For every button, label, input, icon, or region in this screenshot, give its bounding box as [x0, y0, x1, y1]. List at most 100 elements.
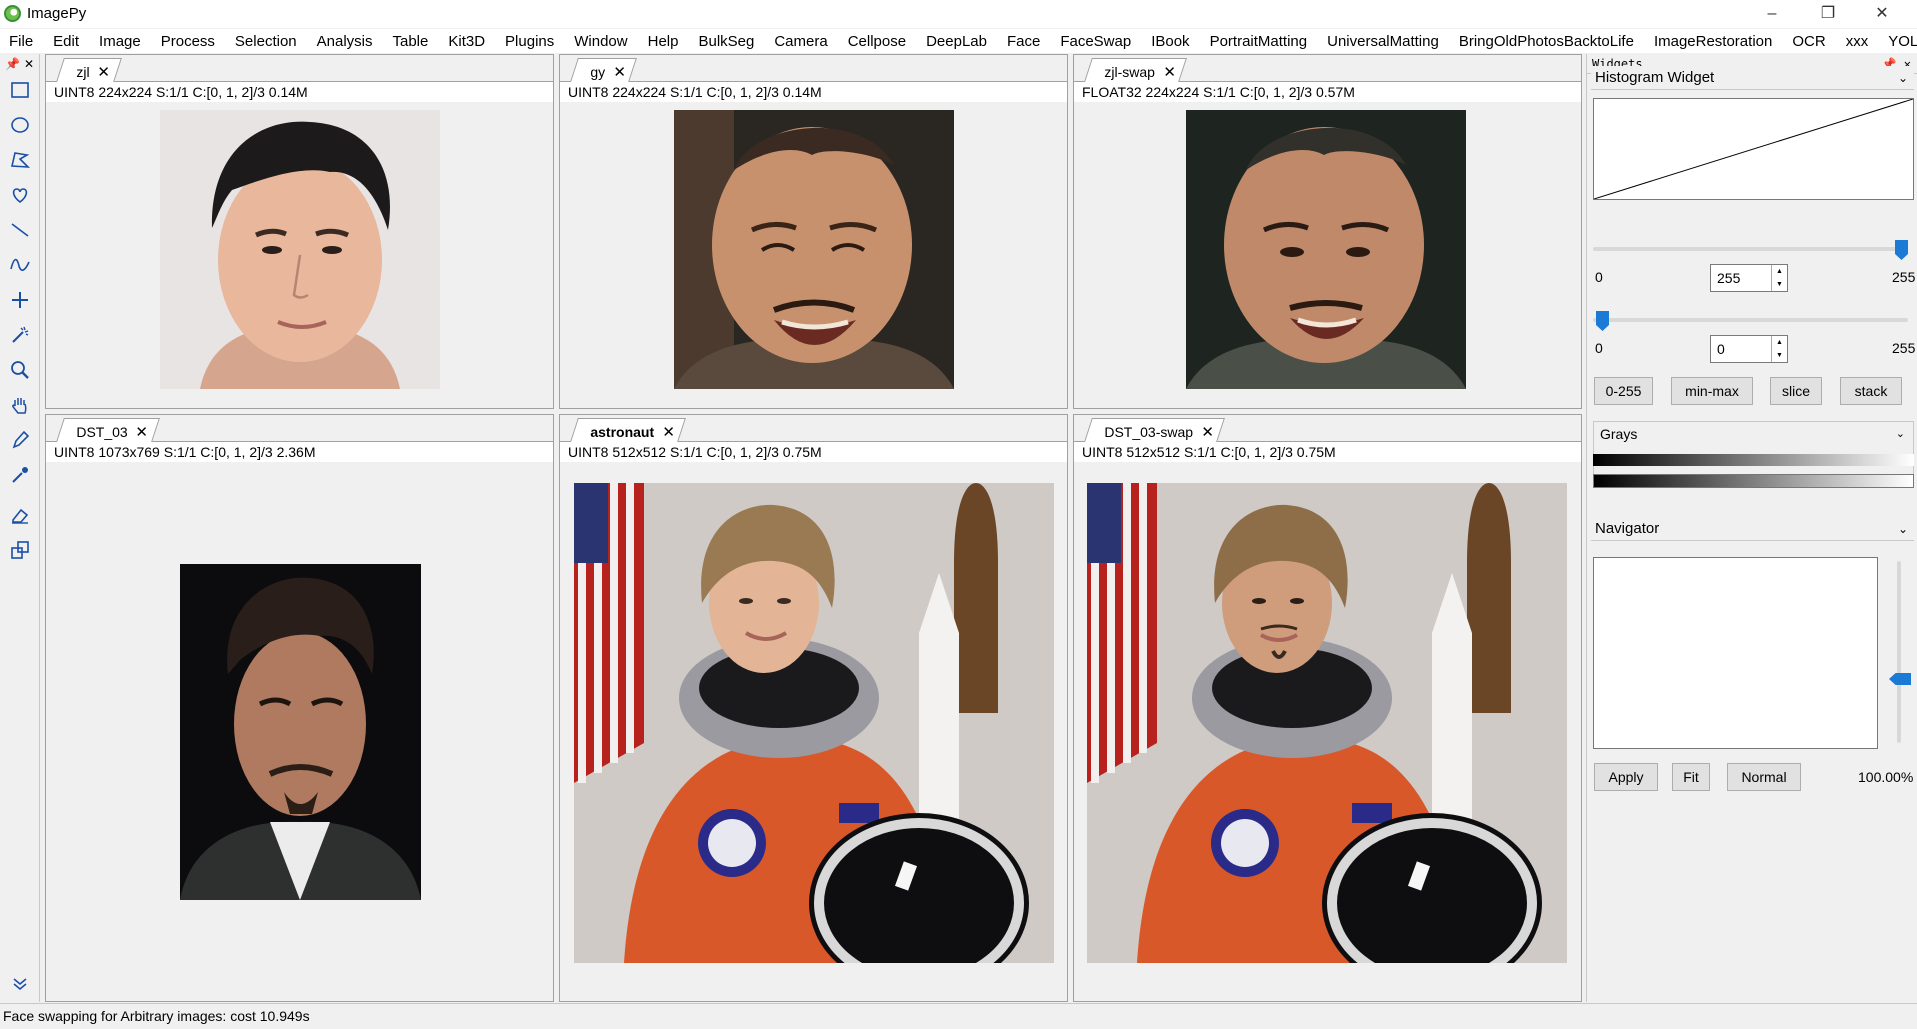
close-tab-icon[interactable]: ✕ [613, 63, 626, 81]
close-tab-icon[interactable]: ✕ [136, 423, 149, 441]
menu-window[interactable]: Window [574, 33, 627, 50]
menu-imagerestoration[interactable]: ImageRestoration [1654, 33, 1772, 50]
close-tab-icon[interactable]: ✕ [98, 63, 111, 81]
menu-table[interactable]: Table [393, 33, 429, 50]
menu-face[interactable]: Face [1007, 33, 1040, 50]
min-max-button[interactable]: min-max [1671, 377, 1753, 405]
max-slider-thumb[interactable] [1895, 240, 1908, 260]
zoom-tool-icon[interactable] [5, 354, 35, 386]
navigator-header[interactable]: Navigator ⌄ [1591, 517, 1914, 541]
freehand-tool-icon[interactable] [5, 179, 35, 211]
max-slider[interactable] [1593, 247, 1908, 251]
tab-dst03[interactable]: DST_03 ✕ [56, 418, 160, 442]
close-toolbar-icon[interactable]: ✕ [24, 54, 34, 74]
tool-bar: 📌 ✕ [0, 54, 40, 1002]
chevron-down-icon: ⌄ [1895, 428, 1905, 440]
max-range-max-label: 255 [1892, 269, 1916, 285]
slice-button[interactable]: slice [1770, 377, 1822, 405]
menu-cellpose[interactable]: Cellpose [848, 33, 906, 50]
image-canvas[interactable] [1074, 463, 1581, 1001]
menu-deeplab[interactable]: DeepLab [926, 33, 987, 50]
menu-help[interactable]: Help [648, 33, 679, 50]
image-canvas[interactable] [560, 103, 1067, 408]
magic-wand-icon[interactable] [5, 319, 35, 351]
image-info: UINT8 224x224 S:1/1 C:[0, 1, 2]/3 0.14M [560, 82, 1067, 102]
navigator-zoom-slider[interactable] [1897, 561, 1901, 743]
more-tools-icon[interactable] [5, 967, 35, 999]
menu-image[interactable]: Image [99, 33, 141, 50]
menu-process[interactable]: Process [161, 33, 215, 50]
image-panel-gy: gy ✕ UINT8 224x224 S:1/1 C:[0, 1, 2]/3 0.… [559, 54, 1068, 409]
menu-edit[interactable]: Edit [53, 33, 79, 50]
pencil-tool-icon[interactable] [5, 424, 35, 456]
image-panel-dst03-swap: DST_03-swap ✕ UINT8 512x512 S:1/1 C:[0, 1… [1073, 414, 1582, 1002]
menu-universalmatting[interactable]: UniversalMatting [1327, 33, 1439, 50]
image-canvas[interactable] [1074, 103, 1581, 408]
ellipse-tool-icon[interactable] [5, 109, 35, 141]
restore-icon[interactable]: ❐ [1808, 2, 1848, 26]
polygon-tool-icon[interactable] [5, 144, 35, 176]
zoom-level: 100.00% [1858, 769, 1914, 785]
astronaut-swap-image [1087, 483, 1567, 963]
close-tab-icon[interactable]: ✕ [1201, 423, 1214, 441]
histogram-widget-header[interactable]: Histogram Widget ⌄ [1591, 66, 1914, 90]
tab-zjl-swap[interactable]: zjl-swap ✕ [1084, 58, 1188, 82]
menu-bulkseg[interactable]: BulkSeg [698, 33, 754, 50]
spin-arrows-icon[interactable]: ▲ ▼ [1771, 265, 1787, 291]
image-canvas[interactable] [46, 103, 553, 408]
tab-dst03-swap[interactable]: DST_03-swap ✕ [1084, 418, 1226, 442]
image-canvas[interactable] [560, 463, 1067, 1001]
line-tool-icon[interactable] [5, 214, 35, 246]
minimize-icon[interactable]: – [1752, 2, 1792, 26]
color-picker-icon[interactable] [5, 459, 35, 491]
stack-button[interactable]: stack [1840, 377, 1902, 405]
menu-faceswap[interactable]: FaceSwap [1060, 33, 1131, 50]
chevron-down-icon: ⌄ [1897, 522, 1908, 536]
rectangle-tool-icon[interactable] [5, 74, 35, 106]
app-title: ImagePy [27, 5, 87, 22]
fit-button[interactable]: Fit [1672, 763, 1710, 791]
menu-selection[interactable]: Selection [235, 33, 297, 50]
widgets-panel: Widgets 📌 ✕ Histogram Widget ⌄ 0 255 ▲ ▼ … [1586, 54, 1917, 1002]
point-tool-icon[interactable] [5, 284, 35, 316]
menu-kit3d[interactable]: Kit3D [448, 33, 485, 50]
image-canvas[interactable] [46, 463, 553, 1001]
lut-range-bar [1593, 474, 1914, 488]
apply-button[interactable]: Apply [1594, 763, 1658, 791]
close-tab-icon[interactable]: ✕ [1163, 63, 1176, 81]
close-window-icon[interactable]: ✕ [1862, 2, 1902, 26]
menu-yolov5[interactable]: YOLOv5 [1888, 33, 1917, 50]
curve-tool-icon[interactable] [5, 249, 35, 281]
lut-select[interactable]: Grays ⌄ [1593, 421, 1914, 479]
tab-gy[interactable]: gy ✕ [570, 58, 638, 82]
range-0-255-button[interactable]: 0-255 [1594, 377, 1653, 405]
menu-analysis[interactable]: Analysis [317, 33, 373, 50]
spin-arrows-icon[interactable]: ▲ ▼ [1771, 336, 1787, 362]
menu-xxx[interactable]: xxx [1846, 33, 1869, 50]
min-value-spinbox[interactable]: 0 ▲ ▼ [1710, 335, 1788, 363]
tab-astronaut[interactable]: astronaut ✕ [570, 418, 687, 442]
tab-zjl[interactable]: zjl ✕ [56, 58, 122, 82]
menu-plugins[interactable]: Plugins [505, 33, 554, 50]
max-value-spinbox[interactable]: 255 ▲ ▼ [1710, 264, 1788, 292]
menu-camera[interactable]: Camera [774, 33, 827, 50]
menu-portraitmatting[interactable]: PortraitMatting [1210, 33, 1308, 50]
transform-tool-icon[interactable] [5, 534, 35, 566]
lut-preview [1593, 454, 1914, 466]
menu-file[interactable]: File [9, 33, 33, 50]
navigator-preview[interactable] [1593, 557, 1878, 749]
min-slider[interactable] [1593, 318, 1908, 322]
pin-icon[interactable]: 📌 [5, 54, 20, 74]
hand-tool-icon[interactable] [5, 389, 35, 421]
menu-bringoldphotos[interactable]: BringOldPhotosBacktoLife [1459, 33, 1634, 50]
min-slider-thumb[interactable] [1596, 311, 1609, 331]
navigator-zoom-thumb[interactable] [1889, 673, 1911, 685]
portrait-image-dst03 [180, 564, 421, 900]
menu-ibook[interactable]: IBook [1151, 33, 1189, 50]
close-tab-icon[interactable]: ✕ [662, 423, 675, 441]
chevron-down-icon: ⌄ [1897, 71, 1908, 85]
normal-button[interactable]: Normal [1727, 763, 1801, 791]
menu-ocr[interactable]: OCR [1792, 33, 1825, 50]
eraser-tool-icon[interactable] [5, 499, 35, 531]
title-bar: ImagePy – ❐ ✕ [0, 0, 1917, 28]
